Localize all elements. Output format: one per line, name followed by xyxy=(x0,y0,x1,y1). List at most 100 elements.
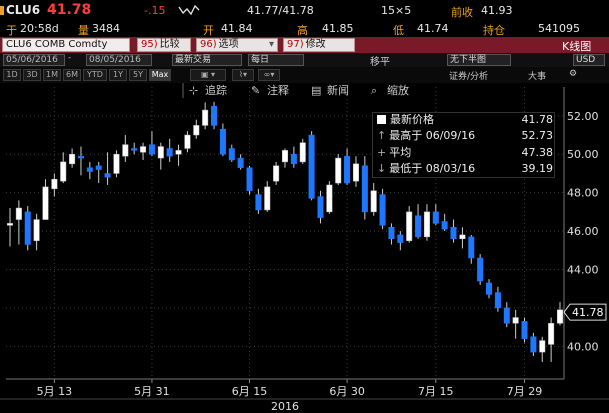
compare-button[interactable]: 95) 比较 xyxy=(137,38,191,52)
legend-high-label: 最高于 06/09/16 xyxy=(389,129,476,142)
y-tick-label: 52.00 xyxy=(567,110,599,123)
events-label[interactable]: 证券/分析 xyxy=(449,69,488,82)
average-marker-icon: + xyxy=(377,146,387,159)
annotate-button[interactable]: 注释 xyxy=(267,84,289,97)
candle-body xyxy=(51,178,58,190)
candle-body xyxy=(459,234,466,240)
period-5y[interactable]: 5Y xyxy=(129,69,147,81)
candle-body xyxy=(299,142,306,163)
candle-body xyxy=(450,226,457,240)
x-tick-label: 6月 30 xyxy=(329,385,365,398)
candle-body xyxy=(202,109,209,126)
candle-body xyxy=(246,167,253,191)
zoom-label[interactable]: 大事 xyxy=(528,69,546,82)
options-button[interactable]: 96) 选项 ▾ xyxy=(196,38,278,52)
candle-body xyxy=(370,190,377,213)
candle-body xyxy=(166,148,173,157)
candle-body xyxy=(104,173,111,178)
currency-select[interactable]: USD xyxy=(573,54,605,66)
indicator-button[interactable]: ∞▾ xyxy=(258,69,280,81)
y-tick-label: 40.00 xyxy=(567,340,599,353)
period-1y[interactable]: 1Y xyxy=(109,69,127,81)
legend-avg-label: 平均 xyxy=(389,146,412,159)
high-marker-icon: ↑ xyxy=(377,129,387,142)
settings-icon[interactable]: ⚙ xyxy=(569,69,577,79)
candle-body xyxy=(219,129,226,155)
period-bar: 1D 3D 1M 6M YTD 1Y 5Y Max ▣ ▾ ⌇▾ ∞▾ 证券/分… xyxy=(0,67,609,83)
lower-chart-select[interactable]: 无下半图 xyxy=(447,54,511,66)
annotate-icon[interactable]: ✎ xyxy=(251,84,260,97)
high-label: 高 xyxy=(297,24,308,37)
quote-stats: 于 20:58d 量 3484 开 41.84 高 41.85 低 41.74 … xyxy=(0,20,609,37)
chart-toolbar: ⊹ 追踪 ✎ 注释 ▤ 新闻 ⌕ 缩放 xyxy=(182,83,409,98)
candle-body xyxy=(184,134,191,149)
menu-num: 96) xyxy=(200,39,217,50)
news-icon[interactable]: ▤ xyxy=(311,84,321,97)
volume-label: 量 xyxy=(78,24,89,37)
candle-body xyxy=(113,153,120,174)
high-price: 41.85 xyxy=(322,22,354,35)
x-tick-label: 5月 31 xyxy=(134,385,170,398)
period-1m[interactable]: 1M xyxy=(43,69,61,81)
price-mode-select[interactable]: 最新交易 xyxy=(172,54,242,66)
period-max[interactable]: Max xyxy=(149,69,171,81)
candle-body xyxy=(228,148,235,161)
menu-bar: CLU6 COMB Comdty 95) 比较 96) 选项 ▾ 97) 修改 K线图 xyxy=(0,37,609,53)
candle-body xyxy=(282,150,288,163)
chart-style-button[interactable]: ▣ ▾ xyxy=(190,69,226,81)
zoom-icon[interactable]: ⌕ xyxy=(371,84,377,97)
period-6m[interactable]: 6M xyxy=(63,69,81,81)
track-icon[interactable]: ⊹ xyxy=(189,84,198,97)
legend-last[interactable]: 最新价格 41.78 xyxy=(377,113,555,127)
last-price: 41.78 xyxy=(47,2,92,18)
period-select[interactable]: 每日 xyxy=(248,54,304,66)
candle-body xyxy=(15,207,22,220)
security-field[interactable]: CLU6 COMB Comdty xyxy=(2,38,130,52)
candle-body xyxy=(379,194,386,226)
low-label: 低 xyxy=(393,24,404,37)
edit-button[interactable]: 97) 修改 xyxy=(283,38,355,52)
candle-body xyxy=(255,194,262,211)
period-1d[interactable]: 1D xyxy=(3,69,21,81)
price-change: -.15 xyxy=(144,4,166,17)
line-style-button[interactable]: ⌇▾ xyxy=(232,69,254,81)
legend-last-value: 41.78 xyxy=(521,113,554,126)
y-tick-label: 44.00 xyxy=(567,264,599,277)
candle-body xyxy=(157,146,164,159)
candle-body xyxy=(42,186,49,220)
candle-body xyxy=(140,146,147,153)
legend: 最新价格 41.78 ↑ 最高于 06/09/16 52.73 + 平均 47.38… xyxy=(372,112,555,178)
candle-body xyxy=(264,186,271,211)
low-marker-icon: ↓ xyxy=(377,162,387,175)
y-tick-label: 46.00 xyxy=(567,225,599,238)
candle-body xyxy=(512,317,519,324)
candle-body xyxy=(148,144,155,155)
news-button[interactable]: 新闻 xyxy=(327,84,349,97)
legend-high[interactable]: ↑ 最高于 06/09/16 52.73 xyxy=(377,129,555,143)
candle-body xyxy=(7,223,13,226)
open-price: 41.84 xyxy=(221,22,253,35)
open-interest-label: 持仓 xyxy=(483,24,505,37)
chart-type-label[interactable]: K线图 xyxy=(562,38,591,54)
y-tick-label: 50.00 xyxy=(567,148,599,161)
zoom-button[interactable]: 缩放 xyxy=(387,84,409,97)
legend-avg[interactable]: + 平均 47.38 xyxy=(377,146,555,160)
candle-body xyxy=(317,196,324,218)
period-3d[interactable]: 3D xyxy=(23,69,41,81)
legend-last-label: 最新价格 xyxy=(390,113,434,126)
smooth-label[interactable]: 移平 xyxy=(370,53,390,68)
period-ytd[interactable]: YTD xyxy=(83,69,107,81)
candle-body xyxy=(193,125,200,136)
legend-low[interactable]: ↓ 最低于 08/03/16 39.19 xyxy=(377,162,555,176)
candle-body xyxy=(326,184,333,213)
start-date-input[interactable]: 05/06/2016 xyxy=(3,54,65,66)
end-date-input[interactable]: 08/05/2016 xyxy=(86,54,152,66)
x-axis-title: 2016 xyxy=(271,400,299,413)
ticker[interactable]: CLU6 xyxy=(6,3,40,17)
candle-body xyxy=(308,134,315,199)
y-tick-label: 48.00 xyxy=(567,187,599,200)
prev-close-label: 前收 xyxy=(451,6,473,19)
candle-body xyxy=(406,211,413,241)
volume: 3484 xyxy=(92,22,120,35)
track-button[interactable]: 追踪 xyxy=(205,84,227,97)
